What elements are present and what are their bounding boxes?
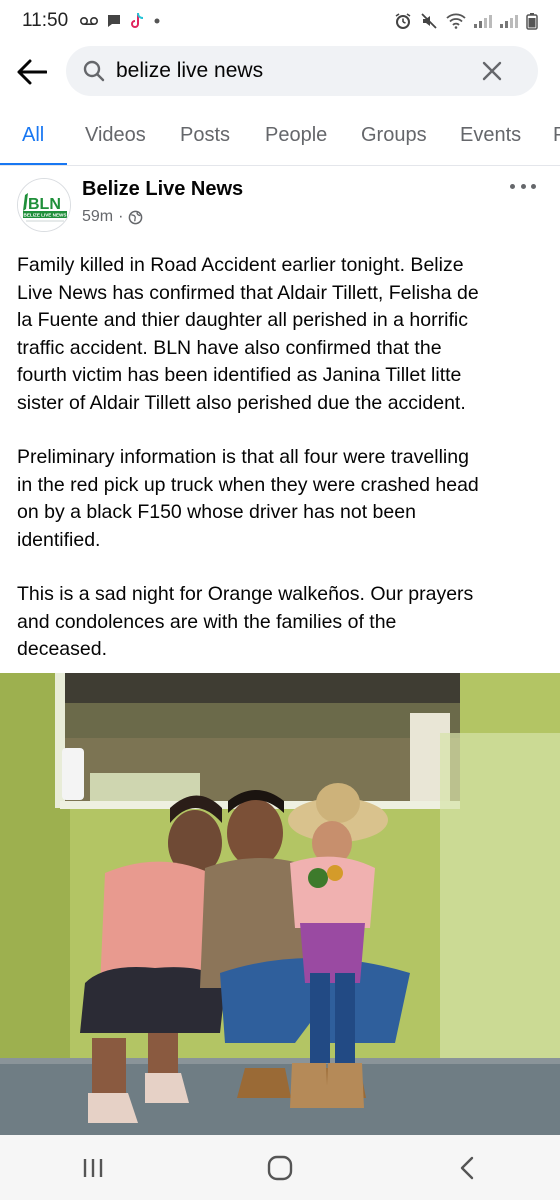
post-photo[interactable] xyxy=(0,673,560,1135)
search-icon xyxy=(83,60,105,82)
post-paragraph: Preliminary information is that all four… xyxy=(17,446,479,551)
avatar-text: BLN xyxy=(28,196,61,213)
avatar[interactable]: BLN BELIZE LIVE NEWS xyxy=(17,178,71,232)
bln-logo: BLN BELIZE LIVE NEWS xyxy=(18,179,70,231)
search-filter-tabs: All Videos Posts People Groups Events P xyxy=(0,116,560,166)
family-photo xyxy=(0,673,560,1135)
dot-icon xyxy=(154,18,160,24)
globe-icon xyxy=(129,210,143,224)
post-paragraph: This is a sad night for Orange walkeños.… xyxy=(17,583,474,660)
post-time[interactable]: 59m xyxy=(82,208,113,226)
active-tab-indicator xyxy=(0,163,67,165)
alarm-icon xyxy=(395,13,411,29)
mute-icon xyxy=(421,13,437,29)
chevron-left-icon xyxy=(460,1156,473,1179)
signal-icon xyxy=(500,14,518,28)
post-body: Family killed in Road Accident earlier t… xyxy=(17,252,547,691)
tab-groups[interactable]: Groups xyxy=(361,124,427,147)
avatar-subtext: BELIZE LIVE NEWS xyxy=(24,213,67,218)
back-button[interactable] xyxy=(12,52,52,92)
tab-videos[interactable]: Videos xyxy=(85,124,146,147)
meta-separator: · xyxy=(118,208,124,225)
post-header: BLN BELIZE LIVE NEWS Belize Live News 59… xyxy=(0,172,560,242)
tab-pages[interactable]: P xyxy=(553,124,560,147)
voicemail-icon xyxy=(80,17,99,25)
status-bar: 11:50 xyxy=(0,0,560,42)
post-author[interactable]: Belize Live News xyxy=(82,178,243,201)
search-query: belize live news xyxy=(116,59,264,82)
clear-search-button[interactable] xyxy=(480,59,504,83)
tab-events[interactable]: Events xyxy=(460,124,521,147)
post-paragraph: Family killed in Road Accident earlier t… xyxy=(17,254,479,414)
status-right-icons xyxy=(394,12,538,30)
tab-all[interactable]: All xyxy=(22,124,44,147)
home-icon xyxy=(267,1155,293,1180)
signal-icon xyxy=(474,14,492,28)
status-left-icons xyxy=(80,12,160,30)
back-nav-button[interactable] xyxy=(437,1143,497,1193)
chat-icon xyxy=(108,15,121,27)
status-time: 11:50 xyxy=(22,10,69,31)
tab-people[interactable]: People xyxy=(265,124,327,147)
system-navigation-bar xyxy=(0,1135,560,1200)
post-meta: 59m · xyxy=(82,208,143,226)
wifi-icon xyxy=(446,13,466,29)
home-button[interactable] xyxy=(250,1143,310,1193)
tiktok-icon xyxy=(131,12,144,28)
more-options-button[interactable] xyxy=(510,180,536,192)
battery-icon xyxy=(526,13,538,30)
search-input[interactable]: belize live news xyxy=(66,46,538,96)
recent-apps-button[interactable] xyxy=(63,1143,123,1193)
recent-apps-icon xyxy=(84,1158,103,1177)
search-header: belize live news xyxy=(0,44,560,100)
back-arrow-icon xyxy=(17,59,47,85)
tab-posts[interactable]: Posts xyxy=(180,124,230,147)
